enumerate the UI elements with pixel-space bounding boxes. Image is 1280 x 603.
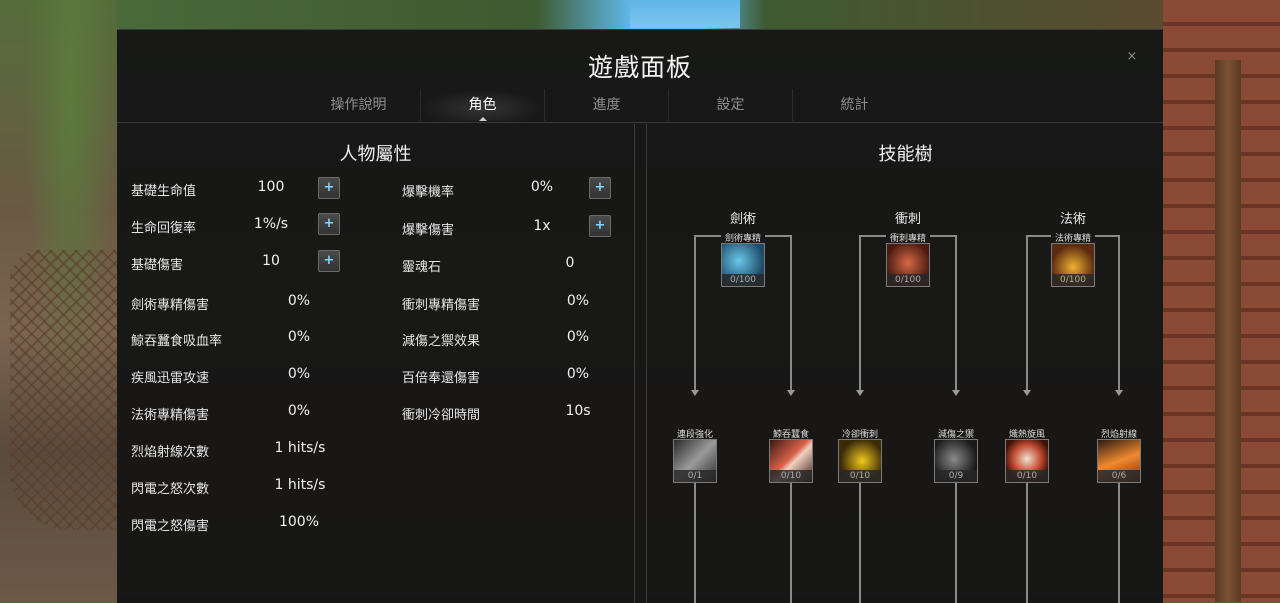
stat-value-lightning-hits: 1 hits/s [274,477,326,493]
plus-button-crit-chance[interactable]: + [589,177,611,199]
game-panel: × 遊戲面板 操作說明 角色 進度 設定 統計 人物屬性 基礎生命值 100 +… [117,29,1163,603]
connector [859,235,861,392]
skill-node-damage-reduction[interactable]: 0/9 [934,439,978,483]
stat-label-base-damage: 基礎傷害 [131,258,184,273]
stat-label-sword-mastery-damage: 劍術專精傷害 [131,298,210,313]
skill-node-spell-mastery[interactable]: 0/100 [1051,243,1095,287]
stat-value-base-damage: 10 [262,253,280,269]
skill-tree-title: 技能樹 [878,144,933,165]
skill-node-dash-mastery[interactable]: 0/100 [886,243,930,287]
background-sky [630,0,740,28]
plus-button-hp-regen[interactable]: + [318,213,340,235]
skill-node-fire-whirl[interactable]: 0/10 [1005,439,1049,483]
stat-value-soul-stone: 0 [565,255,575,271]
branch-title-spell: 法術 [1059,212,1086,227]
skill-count: 0/9 [935,470,977,482]
arrow-icon [952,390,960,396]
stat-value-lifesteal-rate: 0% [287,329,311,345]
stat-label-dash-cooldown: 衝刺冷卻時間 [402,408,481,423]
stat-value-lightning-damage: 100% [278,514,320,530]
attributes-panel: 人物屬性 基礎生命值 100 + 生命回復率 1%/s + 基礎傷害 10 + … [117,124,635,603]
stat-value-crit-damage: 1x [533,218,551,234]
stat-value-damage-reduction: 0% [566,329,590,345]
tab-bar: 操作說明 角色 進度 設定 統計 [297,89,1137,121]
background-wooden-post [1215,60,1241,602]
stat-label-base-hp: 基礎生命值 [131,184,197,199]
connector [694,235,696,392]
arrow-icon [691,390,699,396]
skill-count: 0/6 [1098,470,1140,482]
skill-count: 0/100 [1052,274,1094,286]
background-net [10,250,117,530]
tab-progress[interactable]: 進度 [545,89,669,121]
branch-title-dash: 衝刺 [894,212,921,227]
plus-button-base-damage[interactable]: + [318,250,340,272]
panel-title: 遊戲面板 [587,53,692,82]
tabs-divider [117,122,1163,123]
stat-label-lightning-damage: 閃電之怒傷害 [131,519,210,534]
stat-value-flame-ray-hits: 1 hits/s [274,440,326,456]
connector [955,235,957,392]
stat-label-crit-damage: 爆擊傷害 [402,223,455,238]
stat-value-base-hp: 100 [257,179,285,195]
tab-statistics[interactable]: 統計 [793,89,916,121]
skill-node-devour[interactable]: 0/10 [769,439,813,483]
plus-button-crit-damage[interactable]: + [589,215,611,237]
stat-label-soul-stone: 靈魂石 [402,260,442,275]
skill-count: 0/10 [770,470,812,482]
stat-value-reflect-damage: 0% [566,366,590,382]
skill-node-sword-mastery[interactable]: 0/100 [721,243,765,287]
stat-value-sword-mastery-damage: 0% [287,293,311,309]
stat-value-spell-mastery-damage: 0% [287,403,311,419]
stat-label-hp-regen: 生命回復率 [131,221,197,236]
stat-label-attack-speed: 疾風迅雷攻速 [131,371,210,386]
skill-count: 0/100 [887,274,929,286]
arrow-icon [1023,390,1031,396]
connector [1026,235,1028,392]
stat-label-dash-mastery-damage: 衝刺專精傷害 [402,298,481,313]
stat-label-reflect-damage: 百倍奉還傷害 [402,371,481,386]
tab-instructions[interactable]: 操作說明 [297,89,421,121]
attributes-title: 人物屬性 [339,144,412,165]
stat-value-dash-cooldown: 10s [565,403,591,419]
skill-node-flame-ray[interactable]: 0/6 [1097,439,1141,483]
tab-character[interactable]: 角色 [421,89,545,121]
skill-count: 0/100 [722,274,764,286]
branch-title-sword: 劍術 [729,212,756,227]
skill-node-combo-boost[interactable]: 0/1 [673,439,717,483]
stat-value-crit-chance: 0% [530,179,554,195]
stat-label-damage-reduction: 減傷之禦效果 [402,334,481,349]
stat-value-attack-speed: 0% [287,366,311,382]
skill-count: 0/10 [1006,470,1048,482]
plus-button-base-hp[interactable]: + [318,177,340,199]
tab-settings[interactable]: 設定 [669,89,793,121]
skill-tree-panel: 技能樹 劍術 衝刺 法術 劍術專精 0/100 衝刺專精 0/100 法術專精 … [646,124,1164,603]
arrow-icon [1115,390,1123,396]
stat-label-crit-chance: 爆擊機率 [402,185,455,200]
arrow-icon [787,390,795,396]
stat-label-lightning-hits: 閃電之怒次數 [131,482,210,497]
stat-value-dash-mastery-damage: 0% [566,293,590,309]
stat-label-lifesteal-rate: 鯨吞蠶食吸血率 [131,334,223,349]
skill-count: 0/10 [839,470,881,482]
stat-label-flame-ray-hits: 烈焰射線次數 [131,445,210,460]
skill-node-cooldown-dash[interactable]: 0/10 [838,439,882,483]
stat-label-spell-mastery-damage: 法術專精傷害 [131,408,210,423]
stat-value-hp-regen: 1%/s [253,216,289,232]
connector [790,235,792,392]
skill-count: 0/1 [674,470,716,482]
connector [1118,235,1120,392]
arrow-icon [856,390,864,396]
